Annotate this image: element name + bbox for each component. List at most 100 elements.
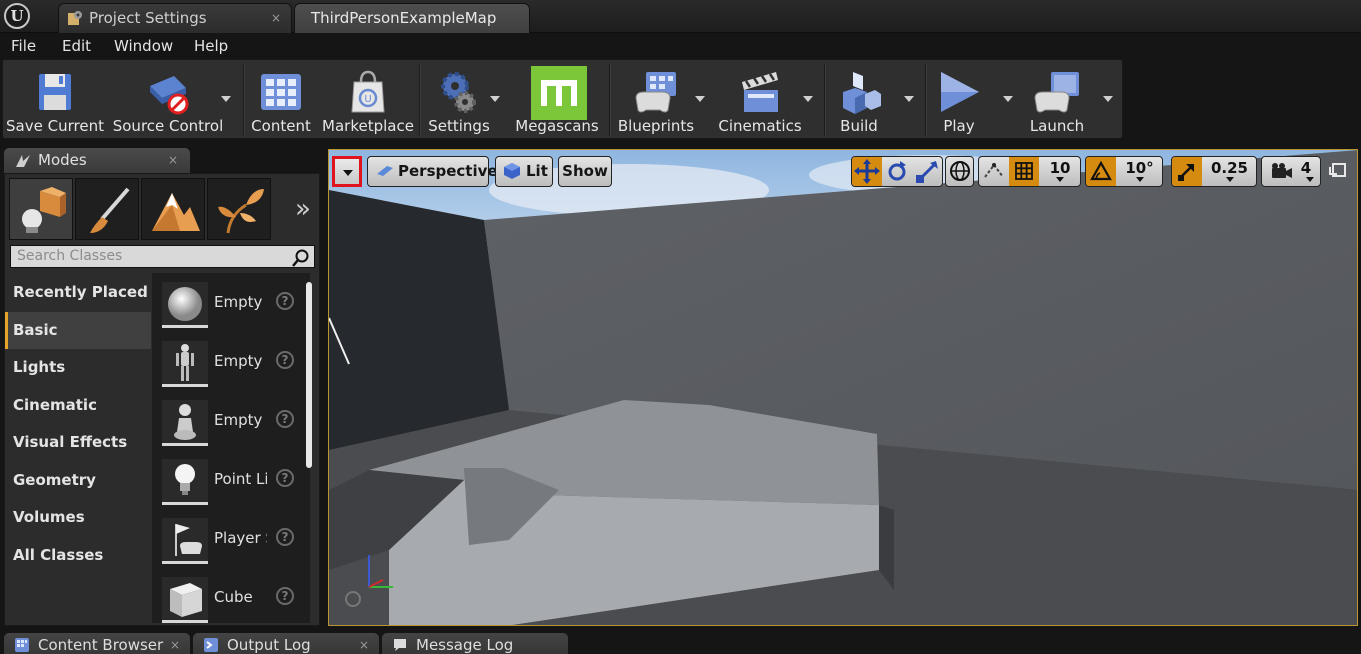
play-dropdown-icon[interactable] — [1003, 96, 1013, 102]
list-item[interactable]: Empty Character ? — [152, 334, 302, 392]
surface-snap-icon[interactable] — [979, 157, 1009, 186]
modes-panel: » Search Classes Recently Placed Basic L… — [4, 173, 320, 626]
close-icon[interactable]: × — [359, 633, 369, 654]
level-viewport[interactable]: Perspective Lit Show 10 10° 0.25 4 — [328, 149, 1358, 626]
help-icon[interactable]: ? — [276, 587, 294, 605]
settings-button[interactable]: Settings — [425, 62, 493, 138]
mode-landscape[interactable] — [141, 178, 205, 240]
source-control-button[interactable]: Source Control — [109, 62, 227, 138]
launch-button[interactable]: Launch — [1025, 62, 1089, 138]
scale-snap-value: 0.25 — [1210, 159, 1248, 177]
tab-project-settings[interactable]: Project Settings × — [58, 3, 292, 33]
modes-icon — [16, 155, 30, 167]
tab-content-browser[interactable]: Content Browser × — [4, 633, 190, 654]
save-current-button[interactable]: Save Current — [5, 62, 105, 138]
list-item[interactable]: Empty Actor ? — [152, 275, 302, 333]
viewport-options-button[interactable] — [332, 156, 362, 187]
empty-actor-thumbnail-icon — [162, 282, 208, 328]
list-item[interactable]: Player Start ? — [152, 511, 302, 569]
translate-tool-icon[interactable] — [852, 157, 882, 186]
rotate-tool-icon[interactable] — [882, 157, 912, 186]
grid-snap-value: 10 — [1049, 159, 1071, 177]
menu-edit[interactable]: Edit — [62, 37, 91, 55]
content-browser-icon — [15, 638, 29, 652]
help-icon[interactable]: ? — [276, 469, 294, 487]
blueprints-dropdown-icon[interactable] — [695, 96, 705, 102]
close-icon[interactable]: × — [168, 148, 178, 173]
help-icon[interactable]: ? — [276, 410, 294, 428]
toolbar-separator — [419, 64, 421, 136]
more-modes-icon[interactable]: » — [295, 194, 311, 224]
category-cinematic[interactable]: Cinematic — [5, 387, 151, 425]
world-local-toggle[interactable] — [945, 156, 974, 187]
tab-label: Project Settings — [89, 9, 207, 27]
tab-message-log[interactable]: Message Log — [382, 633, 568, 654]
mode-paint[interactable] — [75, 178, 139, 240]
help-icon[interactable]: ? — [276, 351, 294, 369]
scale-snap-value-dropdown[interactable]: 0.25 — [1202, 157, 1256, 186]
camera-speed-button[interactable]: 4 — [1261, 156, 1321, 187]
scale-tool-icon[interactable] — [912, 157, 942, 186]
svg-text:U: U — [364, 94, 371, 105]
mode-foliage[interactable] — [207, 178, 271, 240]
source-control-dropdown-icon[interactable] — [221, 96, 231, 102]
chevron-down-icon — [343, 170, 353, 176]
mode-place[interactable] — [9, 178, 73, 240]
tab-output-log[interactable]: Output Log × — [193, 633, 379, 654]
category-volumes[interactable]: Volumes — [5, 499, 151, 537]
menu-window[interactable]: Window — [114, 37, 173, 55]
build-dropdown-icon[interactable] — [904, 96, 914, 102]
source-control-icon — [150, 76, 189, 115]
chevron-down-icon — [1135, 177, 1144, 182]
help-icon[interactable]: ? — [276, 528, 294, 546]
list-item[interactable]: Point Light ? — [152, 452, 302, 510]
help-icon[interactable]: ? — [276, 292, 294, 310]
category-basic[interactable]: Basic — [5, 311, 151, 349]
settings-dropdown-icon[interactable] — [490, 96, 500, 102]
build-button[interactable]: Build — [829, 62, 889, 138]
launch-label: Launch — [1029, 117, 1085, 135]
grid-snap-icon[interactable] — [1009, 157, 1039, 186]
list-item[interactable]: Empty Pawn ? — [152, 393, 302, 451]
scale-snap-icon[interactable] — [1172, 157, 1202, 186]
search-classes-input[interactable]: Search Classes — [10, 245, 315, 268]
megascans-logo-icon — [531, 66, 587, 120]
view-mode-lit-button[interactable]: Lit — [495, 156, 553, 187]
search-icon — [292, 249, 309, 267]
marketplace-button[interactable]: U Marketplace — [321, 62, 415, 138]
play-button[interactable]: Play — [931, 62, 987, 138]
menu-help[interactable]: Help — [194, 37, 228, 55]
close-icon[interactable]: × — [271, 4, 281, 32]
toolbar-separator — [824, 64, 826, 136]
megascans-button[interactable]: Megascans — [511, 62, 603, 138]
viewport-scene[interactable] — [329, 150, 1358, 626]
category-all-classes[interactable]: All Classes — [5, 537, 151, 575]
show-flags-button[interactable]: Show — [558, 156, 612, 187]
grid-snap-value-dropdown[interactable]: 10 — [1039, 157, 1080, 186]
maximize-viewport-icon[interactable] — [1329, 163, 1346, 177]
category-recently-placed[interactable]: Recently Placed — [5, 274, 151, 312]
category-lights[interactable]: Lights — [5, 349, 151, 387]
perspective-icon — [377, 166, 393, 176]
toolbar-separator — [925, 64, 927, 136]
category-geometry[interactable]: Geometry — [5, 462, 151, 500]
launch-dropdown-icon[interactable] — [1103, 96, 1113, 102]
list-item[interactable]: Cube ? — [152, 570, 302, 623]
rotation-snap-value-dropdown[interactable]: 10° — [1116, 157, 1162, 186]
cinematics-button[interactable]: Cinematics — [715, 62, 805, 138]
player-start-thumbnail-icon — [162, 518, 208, 564]
tab-third-person-map[interactable]: ThirdPersonExampleMap — [294, 3, 530, 33]
blueprints-button[interactable]: Blueprints — [615, 62, 697, 138]
rotation-snap-icon[interactable] — [1086, 157, 1116, 186]
menu-file[interactable]: File — [11, 37, 36, 55]
perspective-button[interactable]: Perspective — [367, 156, 498, 187]
modes-panel-tab[interactable]: Modes × — [4, 148, 190, 173]
class-item-label: Empty Character — [214, 352, 267, 370]
play-label: Play — [943, 117, 975, 135]
content-button[interactable]: Content — [249, 62, 313, 138]
category-visual-effects[interactable]: Visual Effects — [5, 424, 151, 462]
close-icon[interactable]: × — [170, 633, 180, 654]
class-list-scrollbar[interactable] — [306, 282, 312, 468]
cinematics-dropdown-icon[interactable] — [803, 96, 813, 102]
unreal-logo-icon[interactable]: U — [4, 3, 30, 29]
